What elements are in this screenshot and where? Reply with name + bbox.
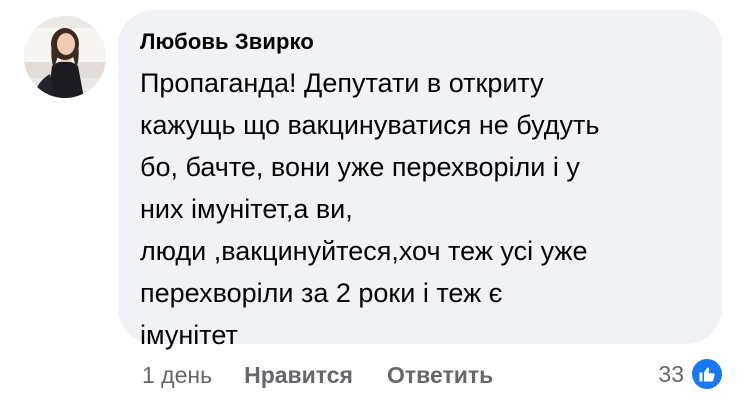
reactions-summary[interactable]: 33 — [658, 357, 724, 391]
reply-button[interactable]: Ответить — [387, 362, 493, 389]
comment-text: Пропаганда! Депутати в откриту кажущь що… — [140, 68, 600, 350]
comment-bubble: Любовь Звирко Пропаганда! Депутати в отк… — [118, 10, 722, 350]
avatar[interactable] — [24, 16, 106, 98]
comment-timestamp[interactable]: 1 день — [142, 362, 212, 389]
comment: Любовь Звирко Пропаганда! Депутати в отк… — [0, 0, 750, 414]
reaction-count: 33 — [658, 360, 684, 387]
comment-actions: 1 день Нравится Ответить — [142, 360, 527, 390]
comment-author[interactable]: Любовь Звирко — [140, 28, 698, 56]
like-button[interactable]: Нравится — [244, 362, 353, 389]
like-icon — [690, 357, 724, 391]
avatar-photo — [24, 16, 106, 98]
